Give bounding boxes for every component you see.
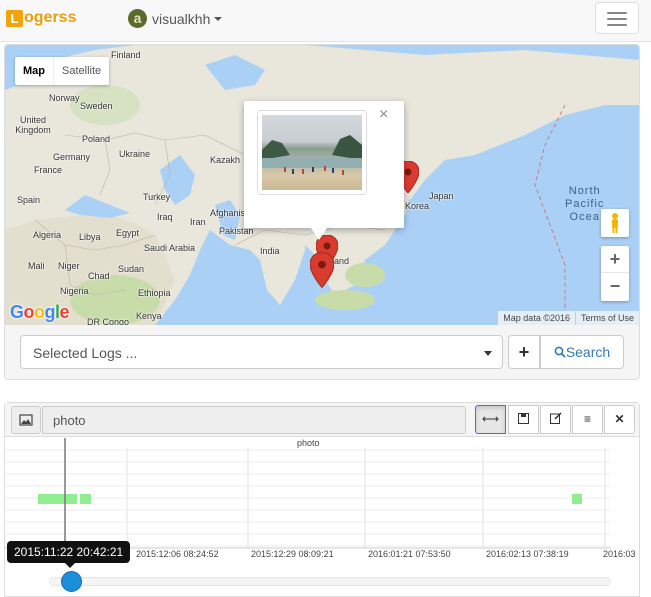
brand-name: ogerss — [24, 9, 77, 26]
x-tick-label: 2015:12:06 08:24:52 — [136, 549, 219, 559]
map-marker-icon[interactable] — [310, 252, 334, 288]
map-label: Ethiopia — [138, 288, 171, 298]
x-tick-label: 2016:02:13 07:38:19 — [486, 549, 569, 559]
fit-range-button[interactable]: ⟷ — [475, 405, 506, 434]
map-label: Sudan — [118, 264, 145, 274]
log-select-placeholder: Selected Logs ... — [33, 345, 138, 361]
map-label: Nigeria — [60, 286, 89, 296]
user-menu[interactable]: a visualkhh — [128, 9, 223, 28]
google-logo[interactable]: Google — [10, 302, 70, 323]
x-tick-label: 2016:03 — [603, 549, 636, 559]
map-label: Libya — [79, 232, 101, 242]
map-label: Poland — [82, 134, 111, 144]
map-label: Finland — [111, 50, 141, 60]
map-label: Spain — [17, 195, 41, 205]
map-panel: Finland Norway Sweden United Kingdom Pol… — [4, 44, 640, 380]
close-button[interactable]: ✕ — [604, 405, 635, 434]
x-tick-label: 2015:12:29 08:09:21 — [251, 549, 334, 559]
map-label: Kazakh — [210, 155, 241, 165]
terms-of-use-link[interactable]: Terms of Use — [574, 311, 639, 325]
event-bar — [80, 494, 91, 504]
search-icon — [554, 346, 566, 358]
save-button[interactable] — [508, 405, 539, 434]
map-label: Chad — [88, 271, 110, 281]
map-label: Iran — [190, 217, 206, 227]
photo-image — [262, 135, 362, 175]
hamburger-icon — [607, 12, 627, 14]
map-label: United Kingdom — [15, 115, 51, 135]
map-label: Iraq — [157, 212, 173, 222]
map-canvas[interactable]: Finland Norway Sweden United Kingdom Pol… — [5, 45, 639, 325]
time-slider-handle[interactable] — [61, 571, 82, 592]
zoom-out-button[interactable]: − — [601, 273, 629, 300]
map-label: Algeria — [33, 230, 62, 240]
zoom-control: + − — [601, 246, 629, 301]
timeline-name-field[interactable]: photo — [42, 406, 466, 434]
navbar: L ogerss a visualkhh — [0, 0, 651, 42]
add-log-button[interactable]: + — [508, 335, 540, 369]
map-label: Mali — [28, 261, 45, 271]
avatar: a — [128, 9, 147, 28]
map-type-map-button[interactable]: Map — [15, 57, 53, 85]
search-button[interactable]: Search — [540, 335, 624, 369]
map-label: Saudi Arabia — [144, 243, 196, 253]
brand-logo-icon: L — [6, 9, 23, 27]
timeline-header: photo ⟷ ≡ ✕ — [5, 403, 639, 437]
map-label: Germany — [53, 152, 91, 162]
save-icon — [518, 413, 529, 424]
edit-button[interactable] — [540, 405, 571, 434]
list-button[interactable]: ≡ — [572, 405, 603, 434]
map-label: Kenya — [136, 311, 162, 321]
photo-thumbnail[interactable] — [257, 110, 367, 195]
street-view-pegman-icon[interactable] — [601, 209, 629, 237]
map-label: France — [34, 165, 63, 175]
map-attribution: Map data ©2016 Terms of Use — [498, 311, 639, 325]
map-label: Norway — [49, 93, 80, 103]
map-label: Sweden — [80, 101, 113, 111]
caret-down-icon — [214, 16, 223, 21]
time-cursor-tooltip: 2015:11:22 20:42:21 — [7, 541, 131, 568]
map-label: Afghanist — [210, 208, 248, 218]
timeline-panel: photo ⟷ ≡ ✕ photo 2015:12:06 08:24:52 20… — [4, 402, 640, 597]
log-select[interactable]: Selected Logs ... — [20, 335, 503, 369]
map-type-satellite-button[interactable]: Satellite — [53, 57, 109, 85]
zoom-in-button[interactable]: + — [601, 246, 629, 273]
menu-toggle-button[interactable] — [595, 2, 639, 34]
map-label: Niger — [58, 261, 80, 271]
edit-icon — [549, 412, 562, 424]
map-data-credit: Map data ©2016 — [503, 313, 570, 323]
map-label: Korea — [405, 201, 430, 211]
map-type-control: Map Satellite — [15, 57, 110, 85]
search-button-label: Search — [565, 344, 611, 360]
event-bar — [572, 494, 582, 504]
close-icon[interactable]: × — [379, 106, 388, 124]
map-label: India — [260, 246, 280, 256]
map-label: Turkey — [143, 192, 171, 202]
map-label: DR Congo — [87, 317, 130, 325]
event-bar — [38, 494, 77, 504]
map-label: Ukraine — [119, 149, 151, 159]
x-tick-label: 2016:01:21 07:53:50 — [368, 549, 451, 559]
ocean-label: North Pacific Ocea — [565, 185, 605, 223]
user-name: visualkhh — [152, 10, 211, 27]
brand-link[interactable]: L ogerss — [6, 9, 76, 27]
time-slider-track[interactable] — [49, 577, 611, 586]
map-label: Egypt — [116, 228, 140, 238]
map-label: Japan — [429, 191, 454, 201]
map-info-window: × — [244, 101, 404, 240]
image-icon[interactable] — [11, 406, 41, 434]
caret-down-icon — [484, 351, 492, 356]
